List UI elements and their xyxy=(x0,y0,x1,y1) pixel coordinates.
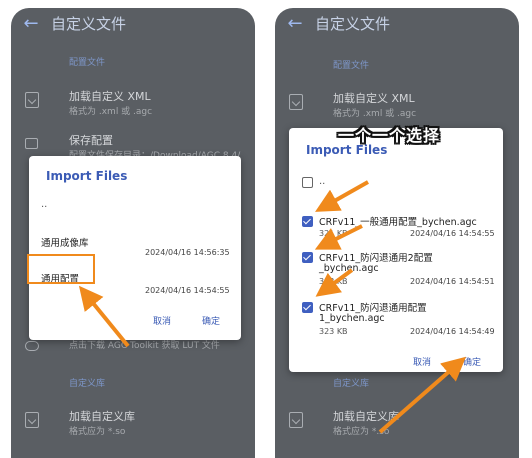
arrow-file-2 xyxy=(314,224,363,250)
arrow-file-1 xyxy=(315,180,369,212)
annotation-arrows xyxy=(78,180,467,434)
annotation-caption: 一个一个选择 xyxy=(338,126,441,145)
arrow-file-3 xyxy=(315,268,354,297)
arrow-to-config xyxy=(78,285,130,348)
arrow-to-ok xyxy=(378,356,467,434)
